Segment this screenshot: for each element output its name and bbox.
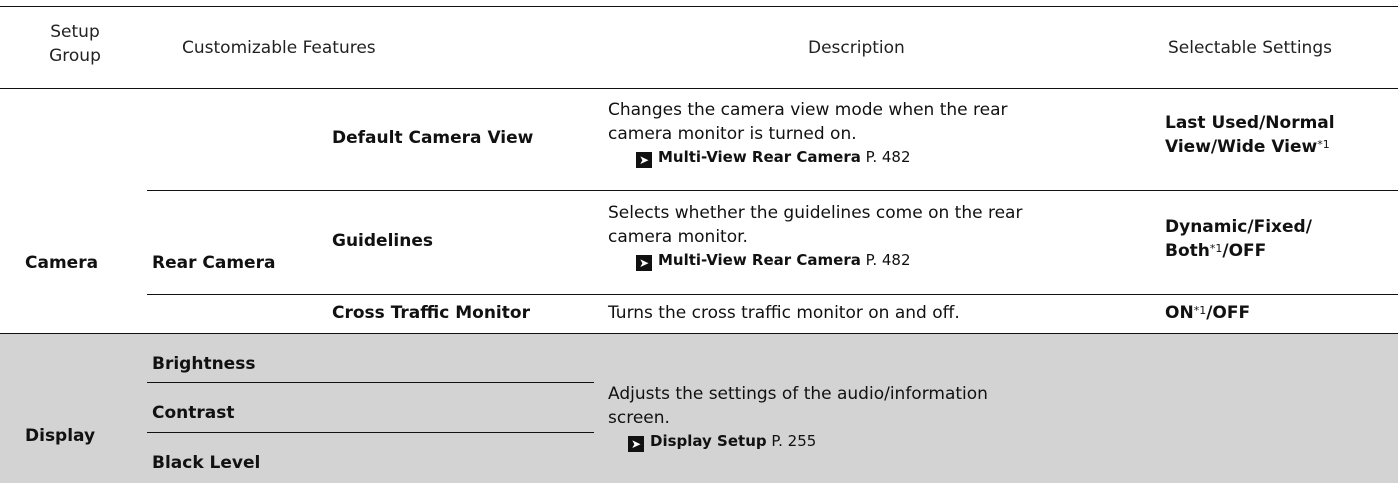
feature-divider	[147, 382, 594, 383]
footnote-marker: *1	[1209, 242, 1223, 255]
description-line: Adjusts the settings of the audio/inform…	[608, 384, 988, 404]
table-top-rule	[0, 6, 1398, 7]
section-divider	[0, 333, 1398, 334]
reference-page: P. 255	[771, 432, 817, 450]
reference-arrow-icon: ➤	[628, 436, 644, 452]
header-bottom-rule	[0, 88, 1398, 89]
setup-group-camera: Camera	[25, 253, 99, 273]
reference-arrow-icon: ➤	[636, 255, 652, 271]
footnote-marker: *1	[1193, 304, 1207, 317]
description-display: Adjusts the settings of the audio/inform…	[608, 382, 988, 452]
feature-cross-traffic-monitor: Cross Traffic Monitor	[332, 303, 530, 323]
reference-arrow-icon: ➤	[636, 152, 652, 168]
setting-line: Last Used/Normal	[1165, 113, 1335, 133]
reference-link[interactable]: Display Setup	[650, 432, 767, 450]
settings-guidelines: Dynamic/Fixed/ Both*1/OFF	[1165, 215, 1312, 263]
setting-text: /OFF	[1222, 241, 1267, 261]
header-setup-group: Setup Group	[49, 22, 101, 66]
subgroup-rear-camera: Rear Camera	[152, 253, 276, 273]
description-line: camera monitor.	[608, 227, 748, 247]
feature-default-camera-view: Default Camera View	[332, 128, 534, 148]
row-divider	[147, 190, 1398, 191]
header-description: Description	[808, 38, 905, 58]
setting-text: ON	[1165, 303, 1194, 323]
cross-reference[interactable]: ➤ Multi-View Rear Camera P. 482	[608, 249, 1022, 271]
feature-divider	[147, 432, 594, 433]
feature-brightness: Brightness	[152, 354, 256, 374]
reference-link[interactable]: Multi-View Rear Camera	[658, 251, 861, 269]
settings-cross-traffic-monitor: ON*1/OFF	[1165, 301, 1250, 325]
cross-reference[interactable]: ➤ Display Setup P. 255	[608, 430, 988, 452]
settings-default-camera-view: Last Used/Normal View/Wide View*1	[1165, 111, 1335, 159]
reference-link[interactable]: Multi-View Rear Camera	[658, 148, 861, 166]
reference-page: P. 482	[865, 251, 911, 269]
reference-page: P. 482	[865, 148, 911, 166]
row-divider	[147, 294, 1398, 295]
setting-text: Both	[1165, 241, 1210, 261]
description-cross-traffic-monitor: Turns the cross traffic monitor on and o…	[608, 303, 960, 323]
header-selectable-settings: Selectable Settings	[1168, 38, 1332, 58]
footnote-marker: *1	[1317, 138, 1330, 151]
description-guidelines: Selects whether the guidelines come on t…	[608, 201, 1022, 271]
description-line: screen.	[608, 408, 670, 428]
cross-reference[interactable]: ➤ Multi-View Rear Camera P. 482	[608, 146, 1008, 168]
setup-group-display: Display	[25, 426, 96, 446]
setting-line: Dynamic/Fixed/	[1165, 217, 1312, 237]
description-line: Selects whether the guidelines come on t…	[608, 203, 1023, 223]
setting-text: /OFF	[1206, 303, 1251, 323]
feature-black-level: Black Level	[152, 453, 261, 473]
feature-contrast: Contrast	[152, 403, 235, 423]
feature-guidelines: Guidelines	[332, 231, 433, 251]
setting-line: View/Wide View	[1165, 137, 1318, 157]
description-line: camera monitor is turned on.	[608, 124, 857, 144]
description-line: Changes the camera view mode when the re…	[608, 100, 1008, 120]
description-default-camera-view: Changes the camera view mode when the re…	[608, 98, 1008, 168]
header-customizable-features: Customizable Features	[182, 38, 376, 58]
